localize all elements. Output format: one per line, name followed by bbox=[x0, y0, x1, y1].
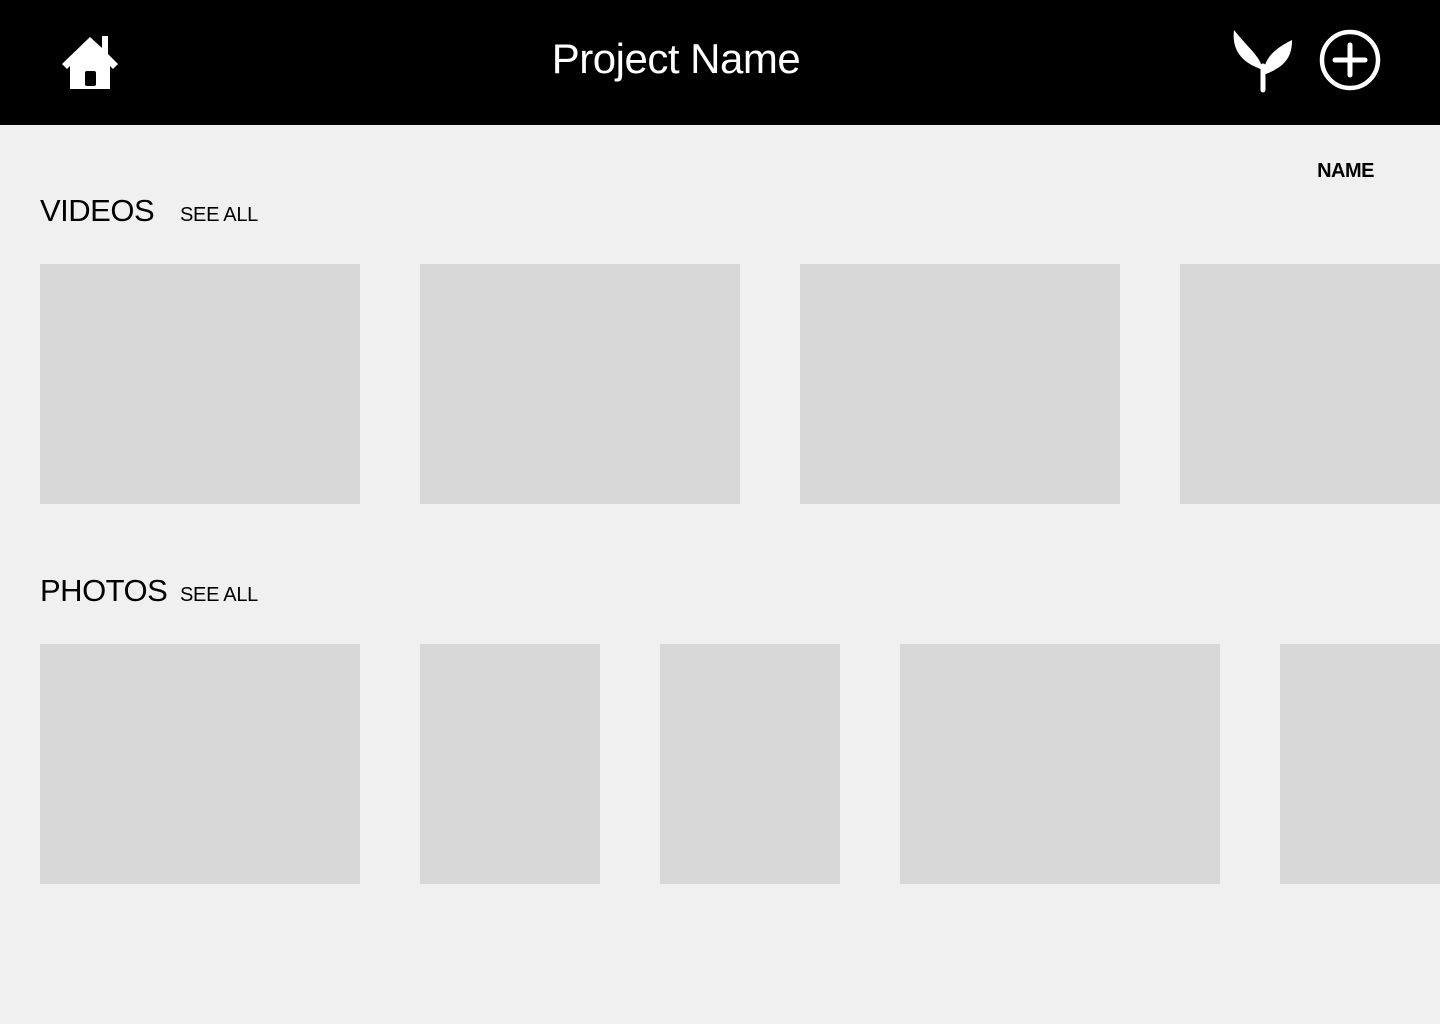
video-thumbnail[interactable] bbox=[420, 264, 740, 504]
top-bar: Project Name bbox=[0, 0, 1440, 125]
sprout-icon bbox=[1233, 30, 1292, 93]
video-thumbnail[interactable] bbox=[40, 264, 360, 504]
photo-thumbnail[interactable] bbox=[420, 644, 600, 884]
project-title: Project Name bbox=[551, 35, 801, 82]
video-thumbnail[interactable] bbox=[800, 264, 1120, 504]
photo-thumbnail[interactable] bbox=[660, 644, 840, 884]
photo-thumbnail[interactable] bbox=[40, 644, 360, 884]
sprout-button[interactable] bbox=[1228, 26, 1296, 94]
photos-see-all-link[interactable]: SEE ALL bbox=[180, 584, 258, 607]
photo-thumbnail[interactable] bbox=[1280, 644, 1440, 884]
photos-section-title: PHOTOS bbox=[40, 573, 168, 608]
video-thumbnail[interactable] bbox=[1180, 264, 1440, 504]
sort-by-name[interactable]: NAME bbox=[1317, 160, 1374, 183]
photo-thumbnail[interactable] bbox=[900, 644, 1220, 884]
plus-circle-icon bbox=[1319, 29, 1381, 91]
videos-section-title: VIDEOS bbox=[40, 193, 155, 228]
add-button[interactable] bbox=[1318, 28, 1382, 92]
videos-see-all-link[interactable]: SEE ALL bbox=[180, 204, 258, 227]
